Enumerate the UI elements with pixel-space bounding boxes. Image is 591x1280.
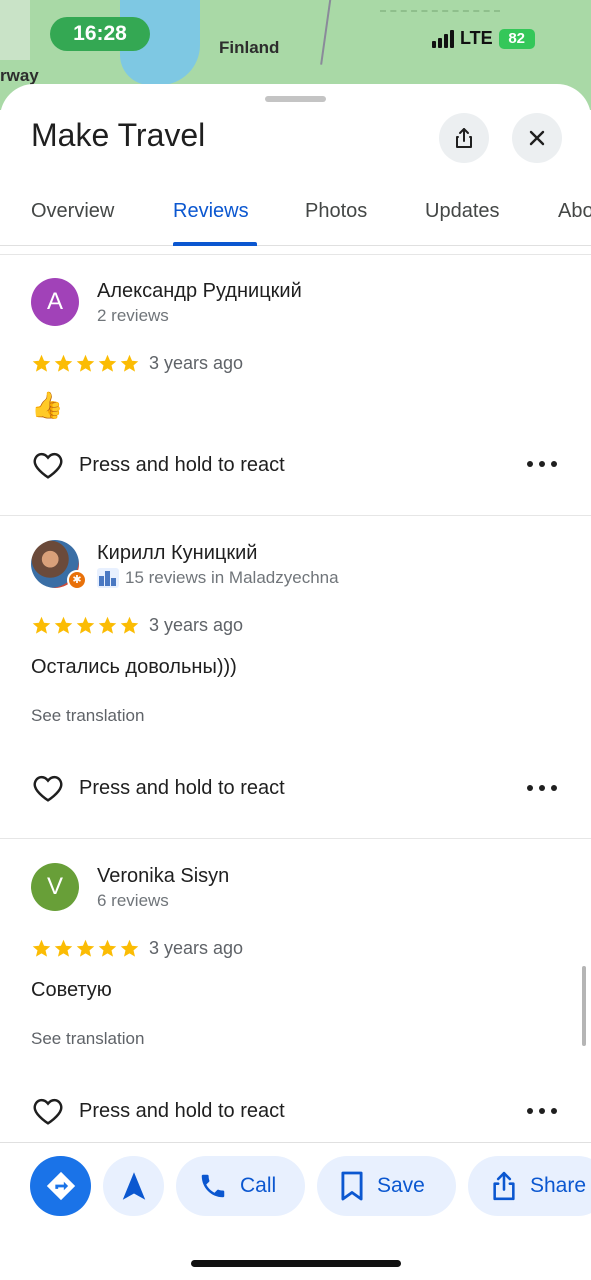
divider (0, 838, 591, 839)
reviewer-meta: 2 reviews (97, 306, 169, 326)
reviewer-name[interactable]: Александр Рудницкий (97, 280, 302, 303)
star-rating (31, 353, 140, 374)
scrollbar[interactable] (582, 966, 586, 1046)
share-icon (493, 1171, 515, 1201)
star-icon (120, 616, 139, 634)
star-icon (32, 616, 51, 634)
reviewer-meta: 15 reviews in Maladzyechna (97, 568, 339, 588)
react-label: Press and hold to react (79, 453, 285, 476)
reviewer-name[interactable]: Veronika Sisyn (97, 865, 229, 888)
map-label-partial: rway (0, 66, 39, 85)
status-time: 16:28 (50, 17, 150, 51)
call-label: Call (240, 1174, 277, 1197)
close-button[interactable] (512, 113, 562, 163)
star-icon (98, 939, 117, 957)
star-icon (32, 939, 51, 957)
review-text: 👍 (31, 390, 64, 420)
navigation-arrow-icon (122, 1172, 145, 1200)
star-icon (54, 616, 73, 634)
review-text: Советую (31, 979, 112, 1001)
reviewer-review-count: 15 reviews in Maladzyechna (125, 568, 339, 587)
tab-bar: Overview Reviews Photos Updates Abo (0, 196, 591, 246)
react-button[interactable]: Press and hold to react (31, 450, 285, 480)
more-options-icon[interactable] (527, 778, 557, 798)
see-translation-link[interactable]: See translation (31, 1029, 144, 1049)
save-label: Save (377, 1174, 425, 1197)
heart-icon (33, 775, 63, 802)
active-tab-indicator (173, 242, 257, 246)
network-type: LTE (460, 28, 493, 48)
directions-button[interactable] (30, 1156, 91, 1216)
avatar[interactable]: V (31, 863, 79, 911)
divider (0, 254, 591, 255)
share-button[interactable] (439, 113, 489, 163)
see-translation-link[interactable]: See translation (31, 706, 144, 726)
status-indicators: LTE 82 (432, 28, 535, 49)
tab-photos[interactable]: Photos (305, 200, 367, 223)
start-navigation-button[interactable] (103, 1156, 164, 1216)
close-icon (529, 130, 545, 146)
star-icon (98, 616, 117, 634)
map-label-country: Finland (219, 38, 280, 57)
local-guide-badge-icon: ✱ (67, 570, 87, 590)
save-button[interactable]: Save (317, 1156, 456, 1216)
heart-icon (33, 452, 63, 479)
star-icon (32, 354, 51, 372)
star-icon (54, 354, 73, 372)
map-border-line (320, 0, 332, 65)
battery-icon: 82 (498, 28, 535, 49)
react-button[interactable]: Press and hold to react (31, 1096, 285, 1126)
heart-icon (33, 1098, 63, 1125)
more-options-icon[interactable] (527, 1101, 557, 1121)
share-label: Share (530, 1174, 587, 1197)
sheet-grabber[interactable] (265, 96, 326, 102)
map-dashed-road (380, 10, 500, 12)
place-title: Make Travel (31, 117, 206, 153)
star-icon (76, 939, 95, 957)
home-indicator[interactable] (191, 1260, 401, 1267)
star-rating (31, 615, 140, 636)
place-sheet: Make Travel Overview Reviews Photos Upda… (0, 84, 591, 1280)
call-button[interactable]: Call (176, 1156, 305, 1216)
review-text: Остались довольны))) (31, 656, 237, 678)
more-options-icon[interactable] (527, 454, 557, 474)
city-icon (97, 568, 119, 588)
star-icon (120, 354, 139, 372)
react-label: Press and hold to react (79, 1099, 285, 1122)
bookmark-icon (341, 1171, 363, 1201)
map-land (0, 0, 30, 60)
review-time: 3 years ago (149, 353, 244, 373)
react-label: Press and hold to react (79, 776, 285, 799)
phone-icon (201, 1174, 225, 1198)
reviewer-review-count: 2 reviews (97, 306, 169, 325)
star-icon (76, 354, 95, 372)
reviewer-meta: 6 reviews (97, 891, 169, 911)
tab-about[interactable]: Abo (558, 200, 591, 223)
star-icon (98, 354, 117, 372)
tab-overview[interactable]: Overview (31, 200, 114, 223)
tab-reviews[interactable]: Reviews (173, 200, 249, 223)
divider (0, 515, 591, 516)
star-rating (31, 938, 140, 959)
share-icon (456, 128, 472, 148)
battery-level: 82 (508, 29, 526, 47)
avatar[interactable]: A (31, 278, 79, 326)
react-button[interactable]: Press and hold to react (31, 773, 285, 803)
reviewer-review-count: 6 reviews (97, 891, 169, 910)
review-time: 3 years ago (149, 938, 244, 958)
tab-updates[interactable]: Updates (425, 200, 500, 223)
signal-icon (432, 29, 454, 48)
star-icon (54, 939, 73, 957)
star-icon (120, 939, 139, 957)
review-time: 3 years ago (149, 615, 244, 635)
star-icon (76, 616, 95, 634)
reviewer-name[interactable]: Кирилл Куницкий (97, 542, 257, 565)
share-place-button[interactable]: Share (468, 1156, 591, 1216)
directions-icon (46, 1171, 75, 1201)
